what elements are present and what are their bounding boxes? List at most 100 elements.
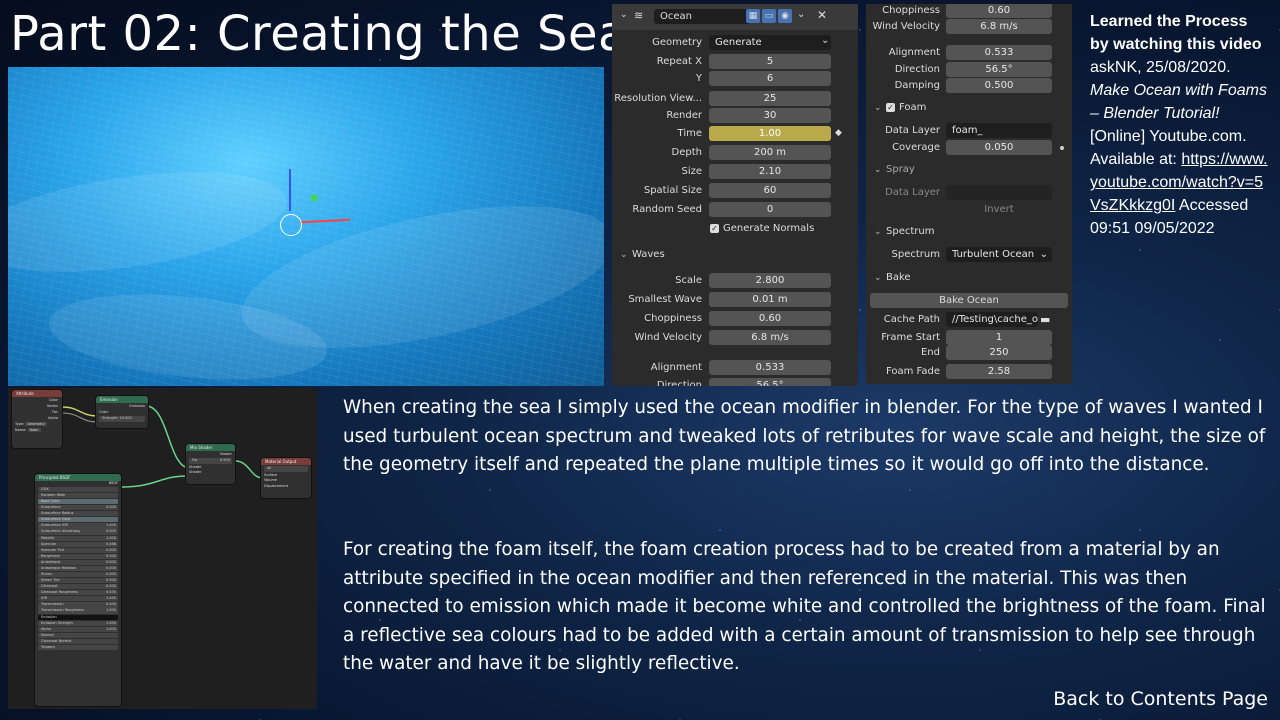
bsdf-input-value: 0.000 [105,571,116,576]
bsdf-input-row[interactable]: Specular 0.468 [38,541,118,547]
ocean-modifier-panel: ⌄ ≋ Ocean ▦ ▭ ◉ ⌄ ✕ Geometry Generate ⌄ Rep… [612,4,858,386]
principled-bsdf-node[interactable]: Principled BSDF BSDF GGX Random Walk Base … [35,474,121,706]
spectrum-dropdown[interactable]: Turbulent Ocean ⌄ [946,247,1052,262]
foam-checkbox-icon[interactable]: ✓ [886,102,895,112]
bsdf-input-row[interactable]: Transmission Roughness 1.000 [38,608,118,614]
bsdf-input-row[interactable]: Subsurface Anisotropy 0.000 [38,529,118,535]
mix-shader-node[interactable]: Mix Shader Shader Fac 0.500 Shader Shade… [186,444,235,484]
property-field[interactable]: 25 [709,91,831,106]
bsdf-input-row[interactable]: Subsurface 0.000 [38,505,118,511]
checkbox-checked-icon[interactable]: ✓ [710,223,719,233]
bsdf-input-row[interactable]: Anisotropic Rotation 0.000 [38,565,118,572]
dropdown-chevron-icon[interactable]: ⌄ [797,9,805,20]
folder-icon[interactable]: ▬ [1040,311,1050,328]
bsdf-input-row[interactable]: Base Color [38,499,118,505]
coverage-field[interactable]: 0.050 [946,140,1052,155]
property-field[interactable]: 0.60 [709,311,831,326]
bsdf-input-row[interactable]: Anisotropic 0.000 [38,559,118,566]
property-field[interactable]: 2.800 [709,273,831,288]
collapse-chevron-icon[interactable]: ⌄ [620,10,628,20]
generate-normals-checkbox[interactable]: ✓ Generate Normals [612,220,858,237]
bsdf-input-label: Metallic [41,535,55,540]
bsdf-input-row[interactable]: Alpha 1.000 [38,626,118,632]
property-field[interactable]: 0.500 [946,78,1052,93]
attribute-node[interactable]: Attribute Color Vector Fac Alpha Type: G… [12,390,62,448]
property-field[interactable]: 30 [709,108,831,123]
keyframe-diamond-icon[interactable]: ◆ [835,125,842,142]
bsdf-input-row[interactable]: Transmission 0.400 [38,602,118,608]
bsdf-input-row[interactable]: Subsurface Color [38,517,118,523]
bsdf-input-row[interactable]: Specular Tint 0.000 [38,547,118,553]
spectrum-section-header[interactable]: ⌄ Spectrum [866,223,1072,241]
property-field[interactable]: 2.10 [709,164,831,179]
modifier-name-field[interactable]: Ocean [654,9,750,24]
coverage-row: Coverage 0.050 [866,139,1072,156]
bsdf-input-row[interactable]: Clearcoat Normal [38,638,118,645]
property-field[interactable]: 0 [709,202,831,217]
property-field[interactable]: 6 [709,71,831,86]
invert-row[interactable]: Invert [866,201,1072,218]
property-field[interactable]: 200 m [709,145,831,160]
property-field[interactable]: 60 [709,183,831,198]
foam-data-layer-field[interactable]: foam_ [946,123,1052,138]
end-field[interactable]: 250 [946,345,1052,360]
gizmo-z-axis[interactable] [289,169,291,211]
bsdf-input-row[interactable]: Clearcoat Roughness 0.030 [38,590,118,596]
editmode-toggle-icon[interactable]: ▦ [746,9,760,23]
close-icon[interactable]: ✕ [817,8,827,22]
waves-section-label: Waves [632,249,665,260]
cache-path-field[interactable]: //Testing\cache_oc... [946,312,1038,327]
mix-fac-field[interactable]: Fac 0.500 [189,458,232,464]
bsdf-input-row[interactable]: Sheen 0.000 [38,571,118,578]
frame-start-field[interactable]: 1 [946,330,1052,345]
emission-strength-field[interactable]: Strength: 10.000 [99,416,145,422]
spray-section-header[interactable]: ⌄ Spray [866,161,1072,179]
keyframe-dot-icon[interactable] [1060,146,1064,150]
property-field[interactable]: 56.5° [946,62,1052,77]
description-paragraph-1: When creating the sea I simply used the … [343,397,1266,475]
bake-ocean-button[interactable]: Bake Ocean [870,293,1068,308]
bsdf-input-row[interactable]: Subsurface Radius [38,511,118,517]
property-field[interactable]: 1.00 [709,126,831,141]
spray-data-layer-field[interactable] [946,185,1052,200]
bsdf-input-row[interactable]: Clearcoat 0.000 [38,584,118,590]
back-to-contents-link[interactable]: Back to Contents Page [1053,688,1268,710]
bsdf-input-label: Specular Tint [41,547,65,552]
bsdf-input-row[interactable]: Emission [38,614,118,620]
property-field[interactable]: 5 [709,54,831,69]
bsdf-input-row[interactable]: Roughness 0.000 [38,553,118,559]
attribute-type-value[interactable]: Geometry [25,422,47,426]
gizmo-center-circle[interactable] [280,214,302,236]
property-field[interactable]: 6.8 m/s [709,330,831,345]
waves-section-header[interactable]: ⌄ Waves [612,246,858,264]
emission-node[interactable]: Emission Emission Color Strength: 10.000 [96,396,148,428]
bsdf-input-row[interactable]: Tangent [38,644,118,651]
material-output-target[interactable]: All [264,466,308,472]
bsdf-input-row[interactable]: Subsurface IOR 1.400 [38,523,118,529]
bsdf-input-label: Roughness [41,553,61,558]
ocean-viewport-render [8,67,604,386]
viewport-toggle-icon[interactable]: ▭ [762,9,776,23]
property-field[interactable]: Generate [709,35,831,50]
bsdf-input-row[interactable]: Metallic 1.000 [38,535,118,541]
property-field[interactable]: 6.8 m/s [946,19,1052,34]
property-field[interactable]: 0.533 [709,360,831,375]
property-field[interactable]: 56.5° [709,378,831,386]
bsdf-input-row[interactable]: Sheen Tint 0.500 [38,578,118,584]
bsdf-input-row[interactable]: Random Walk [38,492,118,499]
bsdf-input-row[interactable]: IOR 1.450 [38,596,118,602]
property-field[interactable]: 0.60 [946,4,1052,18]
property-field[interactable]: 0.533 [946,45,1052,60]
bsdf-input-row[interactable]: GGX [38,486,118,493]
foam-section-header[interactable]: ⌄ ✓ Foam [866,99,1072,117]
bsdf-input-row[interactable]: Emission Strength 1.000 [38,620,118,626]
render-toggle-icon[interactable]: ◉ [778,9,792,23]
gizmo-y-handle[interactable] [311,195,317,201]
gizmo-x-axis[interactable] [299,218,351,224]
bsdf-input-row[interactable]: Normal [38,632,118,638]
attribute-name-value[interactable]: foam [27,428,41,432]
property-field[interactable]: 0.01 m [709,292,831,307]
material-output-node[interactable]: Material Output All Surface Volume Displ… [261,458,311,498]
bake-section-header[interactable]: ⌄ Bake [866,269,1072,287]
foam-fade-field[interactable]: 2.58 [946,364,1052,379]
